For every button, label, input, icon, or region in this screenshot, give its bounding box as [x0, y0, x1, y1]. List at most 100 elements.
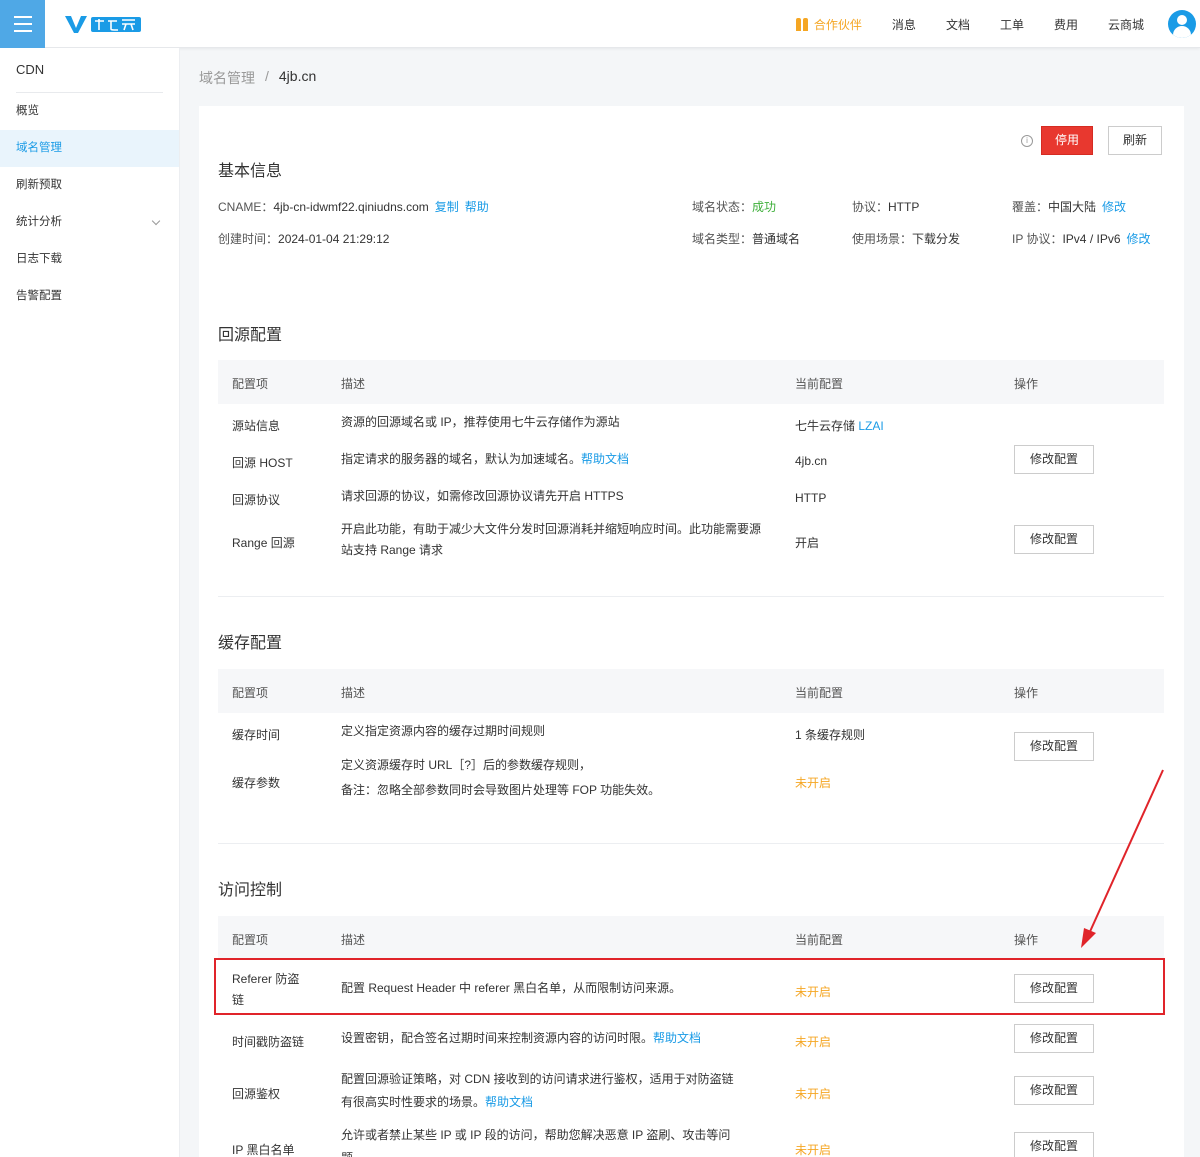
sidebar-item-log-download[interactable]: 日志下载 — [0, 241, 179, 278]
origin-config-table: 配置项 描述 当前配置 操作 源站信息 资源的回源域名或 IP，推荐使用七牛云存… — [218, 360, 1164, 565]
row-current: 1 条缓存规则 — [795, 728, 866, 742]
table-header: 配置项 描述 当前配置 操作 — [218, 669, 1164, 713]
nav-messages[interactable]: 消息 — [892, 16, 916, 33]
table-row: 源站信息 资源的回源域名或 IP，推荐使用七牛云存储作为源站 七牛云存储 LZA… — [218, 404, 1164, 441]
top-bar: 合作伙伴 消息 文档 工单 费用 云商城 — [0, 0, 1200, 48]
sidebar-item-domain-management[interactable]: 域名管理 — [0, 130, 179, 167]
type-value: 普通域名 — [752, 232, 801, 246]
modify-config-button[interactable]: 修改配置 — [1014, 525, 1094, 554]
row-item: 时间戳防盗链 — [232, 1035, 305, 1049]
info-icon[interactable]: i — [1021, 135, 1033, 147]
row-desc-line: 允许或者禁止某些 IP 或 IP 段的访问，帮助您解决恶意 IP 盗刷、攻击等问 — [341, 1128, 731, 1142]
table-header: 配置项 描述 当前配置 操作 — [218, 916, 1164, 960]
table-header: 配置项 描述 当前配置 操作 — [218, 360, 1164, 404]
scene-value: 下载分发 — [912, 232, 961, 246]
partner-icon — [795, 17, 808, 31]
help-doc-link[interactable]: 帮助文档 — [485, 1095, 533, 1109]
modify-config-button[interactable]: 修改配置 — [1014, 1024, 1094, 1053]
cname-field: CNAME：4jb-cn-idwmf22.qiniudns.com 复制 帮助 — [218, 198, 489, 215]
breadcrumb-current: 4jb.cn — [278, 68, 317, 84]
bucket-link[interactable]: LZAI — [858, 419, 883, 433]
row-item: 缓存参数 — [232, 776, 281, 790]
coverage-field: 覆盖：中国大陆 修改 — [1012, 198, 1126, 215]
nav-marketplace[interactable]: 云商城 — [1108, 16, 1144, 33]
coverage-label: 覆盖： — [1012, 200, 1049, 214]
sidebar-title: CDN — [16, 62, 45, 77]
sidebar-item-alerts[interactable]: 告警配置 — [0, 278, 179, 315]
header-ops: 操作 — [1014, 377, 1039, 391]
stop-button[interactable]: 停用 — [1041, 126, 1093, 155]
row-desc-text: 设置密钥，配合签名过期时间来控制资源内容的访问时限。 — [341, 1031, 654, 1045]
header-item: 配置项 — [232, 686, 269, 700]
coverage-value: 中国大陆 — [1048, 200, 1097, 214]
access-control-title: 访问控制 — [218, 882, 283, 899]
breadcrumb: 域名管理 / 4jb.cn — [199, 68, 316, 88]
menu-icon[interactable] — [0, 0, 45, 48]
scene-field: 使用场景：下载分发 — [852, 230, 960, 247]
help-doc-link[interactable]: 帮助文档 — [581, 452, 629, 466]
sidebar-item-overview[interactable]: 概览 — [0, 93, 179, 130]
modify-config-button[interactable]: 修改配置 — [1014, 445, 1094, 474]
basic-info-title: 基本信息 — [218, 163, 283, 180]
row-desc-text: 有很高实时性要求的场景。 — [341, 1095, 486, 1109]
sidebar-item-refresh-prefetch[interactable]: 刷新预取 — [0, 167, 179, 204]
header-ops: 操作 — [1014, 686, 1039, 700]
row-desc: 定义指定资源内容的缓存过期时间规则 — [341, 724, 546, 738]
cname-value: 4jb-cn-idwmf22.qiniudns.com — [273, 200, 429, 214]
sidebar-item-statistics[interactable]: 统计分析 — [0, 204, 179, 241]
type-label: 域名类型： — [692, 232, 753, 246]
row-desc: 配置回源验证策略，对 CDN 接收到的访问请求进行鉴权，适用于对防盗链 有很高实… — [341, 1068, 766, 1114]
user-avatar-icon[interactable] — [1168, 10, 1196, 38]
brand-logo[interactable] — [64, 13, 144, 35]
row-item: 回源 HOST — [232, 456, 293, 470]
row-desc-line: 题 — [341, 1147, 766, 1157]
modify-config-button[interactable]: 修改配置 — [1014, 1076, 1094, 1105]
breadcrumb-separator: / — [265, 68, 269, 84]
table-row: Range 回源 开启此功能，有助于减少大文件分发时回源消耗并缩短响应时间。此功… — [218, 515, 1164, 565]
modify-config-button[interactable]: 修改配置 — [1014, 732, 1094, 761]
row-item: 回源协议 — [232, 493, 281, 507]
row-desc-note: 备注：忽略全部参数同时会导致图片处理等 FOP 功能失效。 — [341, 783, 661, 797]
nav-docs[interactable]: 文档 — [946, 16, 970, 33]
row-current: 七牛云存储 LZAI — [795, 417, 884, 434]
nav-partner-label: 合作伙伴 — [813, 17, 862, 32]
header-desc: 描述 — [341, 686, 366, 700]
highlight-box — [214, 958, 1165, 1015]
row-desc: 允许或者禁止某些 IP 或 IP 段的访问，帮助您解决恶意 IP 盗刷、攻击等问… — [341, 1124, 766, 1157]
nav-billing[interactable]: 费用 — [1054, 16, 1078, 33]
scene-label: 使用场景： — [852, 232, 913, 246]
table-row: 回源协议 请求回源的协议，如需修改回源协议请先开启 HTTPS HTTP — [218, 478, 1164, 515]
protocol-value: HTTP — [888, 200, 920, 214]
nav-tickets[interactable]: 工单 — [1000, 16, 1024, 33]
breadcrumb-parent[interactable]: 域名管理 — [199, 68, 255, 88]
row-current: 未开启 — [795, 1035, 832, 1049]
origin-config-title: 回源配置 — [218, 327, 283, 344]
help-link[interactable]: 帮助 — [465, 200, 489, 214]
access-control-table: 配置项 描述 当前配置 操作 Referer 防盗 链 配置 Request H… — [218, 916, 1164, 1157]
row-desc-line: 定义资源缓存时 URL［?］后的参数缓存规则， — [341, 758, 592, 772]
cname-label: CNAME： — [218, 200, 274, 214]
ip-protocol-edit-link[interactable]: 修改 — [1127, 232, 1151, 246]
copy-link[interactable]: 复制 — [435, 200, 459, 214]
row-item: 缓存时间 — [232, 728, 281, 742]
header-ops: 操作 — [1014, 933, 1039, 947]
section-divider — [218, 596, 1164, 597]
row-desc: 请求回源的协议，如需修改回源协议请先开启 HTTPS — [341, 489, 624, 503]
sidebar: CDN 概览 域名管理 刷新预取 统计分析 日志下载 告警配置 — [0, 48, 180, 1157]
header-desc: 描述 — [341, 933, 366, 947]
row-current: 未开启 — [795, 1087, 832, 1101]
row-item: 源站信息 — [232, 419, 281, 433]
help-doc-link[interactable]: 帮助文档 — [653, 1031, 701, 1045]
section-divider — [218, 843, 1164, 844]
header-item: 配置项 — [232, 933, 269, 947]
row-current-text: 七牛云存储 — [795, 419, 859, 433]
nav-partner[interactable]: 合作伙伴 — [795, 16, 862, 33]
coverage-edit-link[interactable]: 修改 — [1102, 200, 1126, 214]
sidebar-item-statistics-label: 统计分析 — [16, 216, 62, 228]
row-current: 4jb.cn — [795, 454, 828, 468]
header-current: 当前配置 — [795, 933, 844, 947]
header-item: 配置项 — [232, 377, 269, 391]
refresh-button[interactable]: 刷新 — [1108, 126, 1162, 155]
modify-config-button[interactable]: 修改配置 — [1014, 1132, 1094, 1157]
table-row: 缓存参数 定义资源缓存时 URL［?］后的参数缓存规则， 备注：忽略全部参数同时… — [218, 732, 1164, 810]
